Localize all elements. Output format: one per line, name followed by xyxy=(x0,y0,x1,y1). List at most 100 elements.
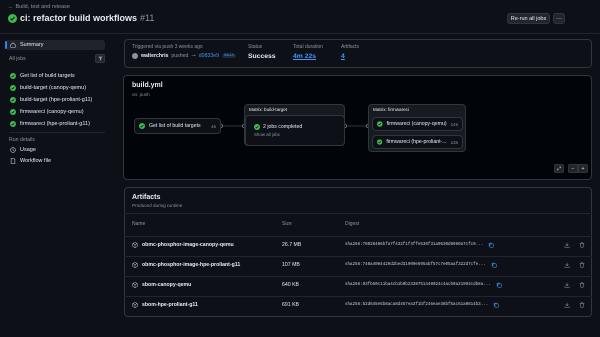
artifacts-subtitle: Produced during runtime xyxy=(132,203,183,208)
success-check-icon xyxy=(139,123,145,129)
trigger-label: Triggered via push 3 weeks ago xyxy=(132,44,203,50)
sidebar-item-summary[interactable]: Summary xyxy=(5,40,105,50)
trash-icon[interactable] xyxy=(579,242,585,248)
artifact-name[interactable]: obmc-phosphor-image-canopy-qemu xyxy=(132,242,234,248)
sidebar-item-label: build-target (canopy-qemu) xyxy=(20,85,87,91)
sidebar-item-workflow-file[interactable]: Workflow file xyxy=(5,156,105,166)
success-check-icon xyxy=(377,139,383,145)
package-icon xyxy=(132,242,138,248)
sidebar-item-job-build-hpe[interactable]: build-target (hpe-proliant-g11) xyxy=(5,95,105,105)
sidebar-item-label: build-target (hpe-proliant-g11) xyxy=(20,97,93,103)
sidebar-item-job-get-targets[interactable]: Get list of build targets xyxy=(5,71,105,81)
download-icon[interactable] xyxy=(564,282,570,288)
table-row: obmc-phosphor-image-canopy-qemu 26.7 MB … xyxy=(124,236,592,253)
graph-job-firmwareci-hpe[interactable]: firmwareci (hpe-proliant-... 13s xyxy=(372,135,463,149)
file-icon xyxy=(10,158,16,164)
artifact-digest-value: sha256:78028486bfa7f432f1f4ffe536f31a053… xyxy=(345,243,484,247)
success-check-icon xyxy=(10,121,16,127)
sidebar-item-job-firmwareci-hpe[interactable]: firmwareci (hpe-proliant-g11) xyxy=(5,119,105,129)
trash-icon[interactable] xyxy=(579,282,585,288)
graph-job-duration: 4s xyxy=(211,123,216,129)
push-info: walterchris pushed ⊸ d0833e9 main xyxy=(132,53,237,59)
artifact-digest: sha256:52d645e5b8aca8d457ea3f1bf246eae36… xyxy=(345,302,499,308)
artifact-actions xyxy=(564,282,585,288)
back-link[interactable]: ← Build, test and release xyxy=(8,4,70,10)
rerun-all-jobs-button[interactable]: Re-run all jobs xyxy=(507,13,550,24)
trash-icon[interactable] xyxy=(579,262,585,268)
pushed-label: pushed xyxy=(171,53,189,59)
copy-icon[interactable] xyxy=(496,282,502,288)
artifact-actions xyxy=(564,242,585,248)
sidebar-item-label: firmwareci (hpe-proliant-g11) xyxy=(20,121,90,127)
artifact-digest-value: sha256:748a4084429d2bed31900e695abf57c7e… xyxy=(345,263,486,267)
header-divider xyxy=(0,33,600,34)
graph-job-label: firmwareci (canopy-qemu) xyxy=(386,121,447,127)
commit-icon: ⊸ xyxy=(191,53,196,59)
matrix-firmwareci[interactable]: Matrix: firmwareci firmwareci (canopy-qe… xyxy=(368,104,466,152)
sidebar-item-label: Summary xyxy=(20,42,44,48)
branch-badge[interactable]: main xyxy=(222,54,237,58)
package-icon xyxy=(132,262,138,268)
artifact-digest-value: sha256:83fb50c11ba4cb1b9b2338751448024c4… xyxy=(345,283,491,287)
success-check-icon xyxy=(10,73,16,79)
commit-sha-link[interactable]: d0833e9 xyxy=(199,53,219,59)
package-icon xyxy=(132,282,138,288)
copy-icon[interactable] xyxy=(488,242,494,248)
zoom-out-button[interactable]: − xyxy=(568,164,578,173)
sidebar-item-usage[interactable]: Usage xyxy=(5,145,105,155)
download-icon[interactable] xyxy=(564,302,570,308)
graph-job-get-targets[interactable]: Get list of build targets 4s xyxy=(134,118,221,134)
artifact-size: 640 KB xyxy=(282,282,300,288)
duration-value[interactable]: 4m 22s xyxy=(293,53,316,60)
graph-job-duration: 13s xyxy=(450,139,458,145)
matrix-jobs-summary[interactable]: 2 jobs completed Show all jobs xyxy=(245,115,345,146)
artifact-name[interactable]: sbom-canopy-qemu xyxy=(132,282,191,288)
sidebar-item-label: Workflow file xyxy=(20,158,52,164)
artifact-name-label: obmc-phosphor-image-canopy-qemu xyxy=(142,242,234,248)
artifact-name[interactable]: sbom-hpe-proliant-g11 xyxy=(132,302,198,308)
matrix-title: Matrix: firmwareci xyxy=(373,107,409,112)
column-header-size: Size xyxy=(282,221,292,227)
copy-icon[interactable] xyxy=(493,302,499,308)
copy-icon[interactable] xyxy=(491,262,497,268)
artifact-digest: sha256:83fb50c11ba4cb1b9b2338751448024c4… xyxy=(345,282,502,288)
column-header-digest: Digest xyxy=(345,221,360,227)
more-options-button[interactable]: ··· xyxy=(553,13,565,24)
artifact-actions xyxy=(564,262,585,268)
show-all-jobs-link[interactable]: Show all jobs xyxy=(254,132,280,137)
clock-icon xyxy=(10,147,16,153)
jobs-completed-label: 2 jobs completed xyxy=(263,124,303,130)
sidebar-item-label: Get list of build targets xyxy=(20,73,75,79)
zoom-fit-button[interactable]: ⤢ xyxy=(554,164,564,173)
sidebar-item-label: Usage xyxy=(20,147,36,153)
home-icon xyxy=(10,42,16,48)
zoom-in-button[interactable]: + xyxy=(578,164,588,173)
table-row: obmc-phosphor-image-hpe-proliant-g11 107… xyxy=(124,256,592,273)
page-title-text: ci: refactor build workflows xyxy=(20,13,138,23)
graph-job-label: Get list of build targets xyxy=(149,123,201,129)
graph-job-firmwareci-canopy[interactable]: firmwareci (canopy-qemu) 14s xyxy=(372,117,463,131)
artifact-name-label: obmc-phosphor-image-hpe-proliant-g11 xyxy=(142,262,241,268)
filter-jobs-button[interactable] xyxy=(95,54,105,63)
artifacts-divider xyxy=(124,213,592,214)
success-check-icon xyxy=(8,13,17,23)
graph-job-label: firmwareci (hpe-proliant-... xyxy=(386,139,447,145)
sidebar-item-job-build-canopy[interactable]: build-target (canopy-qemu) xyxy=(5,83,105,93)
table-row: sbom-hpe-proliant-g11 691 KB sha256:52d6… xyxy=(124,296,592,313)
artifacts-count-value[interactable]: 4 xyxy=(341,53,345,60)
sidebar-item-job-firmwareci-canopy[interactable]: firmwareci (canopy-qemu) xyxy=(5,107,105,117)
table-row: sbom-canopy-qemu 640 KB sha256:83fb50c11… xyxy=(124,276,592,293)
run-number: #11 xyxy=(140,13,155,23)
matrix-title: Matrix: build-target xyxy=(249,107,288,112)
matrix-build-target[interactable]: Matrix: build-target 2 jobs completed Sh… xyxy=(244,104,345,146)
download-icon[interactable] xyxy=(564,242,570,248)
artifact-digest: sha256:78028486bfa7f432f1f4ffe536f31a053… xyxy=(345,242,494,248)
download-icon[interactable] xyxy=(564,262,570,268)
back-link-label: Build, test and release xyxy=(15,4,70,10)
user-link[interactable]: walterchris xyxy=(141,53,168,59)
success-check-icon xyxy=(10,85,16,91)
artifact-name[interactable]: obmc-phosphor-image-hpe-proliant-g11 xyxy=(132,262,240,268)
artifact-actions xyxy=(564,302,585,308)
artifact-size: 691 KB xyxy=(282,302,300,308)
trash-icon[interactable] xyxy=(579,302,585,308)
